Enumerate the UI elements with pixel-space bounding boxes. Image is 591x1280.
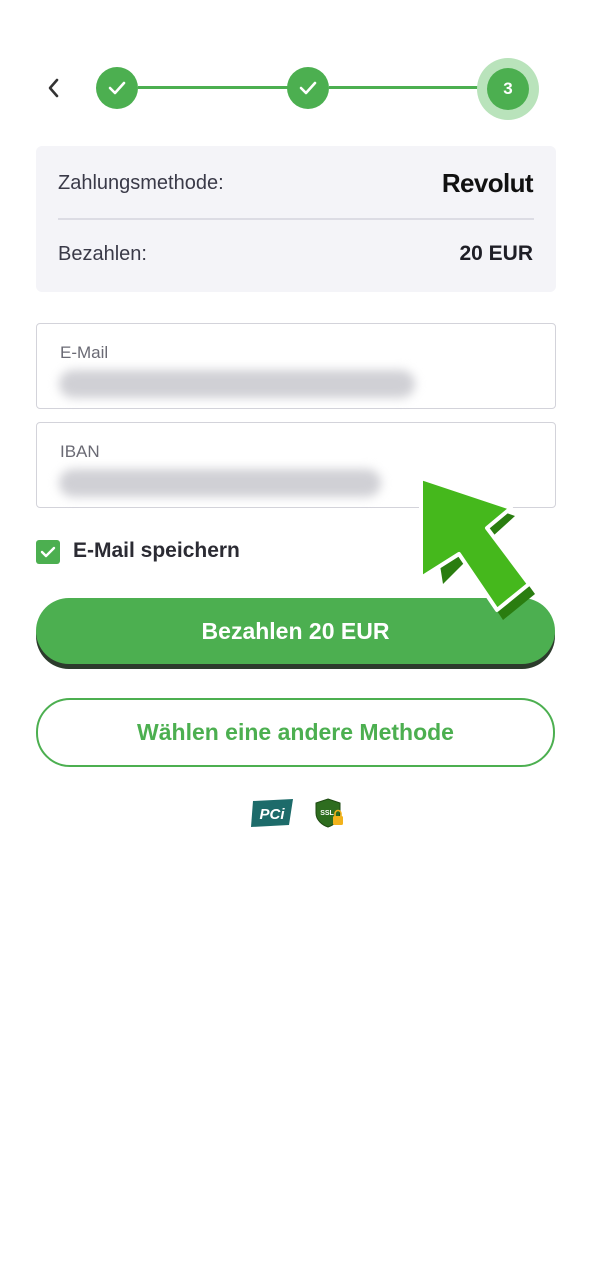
payment-method-label: Zahlungsmethode: [58, 172, 224, 194]
stepper-line-1 [138, 86, 288, 89]
choose-other-method-button[interactable]: Wählen eine andere Methode [36, 698, 555, 767]
step-1 [96, 67, 138, 109]
revolut-logo: Revolut [441, 168, 534, 198]
pci-badge-text: PCi [259, 806, 285, 823]
pay-label: Bezahlen: [58, 243, 147, 265]
step-2 [287, 67, 329, 109]
pci-badge-icon: PCi [251, 799, 293, 827]
iban-value-blurred [59, 469, 381, 497]
chevron-left-icon [48, 78, 59, 98]
save-email-label[interactable]: E-Mail speichern [73, 539, 240, 563]
back-button[interactable] [38, 72, 70, 104]
save-email-checkbox[interactable] [36, 540, 60, 564]
step-3-number: 3 [503, 79, 513, 98]
check-icon [108, 81, 126, 95]
ssl-shield-icon: SSL [315, 798, 343, 828]
email-field-label: E-Mail [60, 343, 109, 362]
email-value-blurred [59, 370, 415, 398]
check-icon [299, 81, 317, 95]
summary-divider [58, 218, 534, 220]
email-field[interactable]: E-Mail [36, 323, 556, 409]
step-3: 3 [487, 68, 529, 110]
ssl-badge-text: SSL [320, 810, 334, 817]
stepper-line-2 [329, 86, 479, 89]
pay-amount: 20 EUR [459, 242, 533, 265]
pointer-arrow-icon [419, 476, 535, 620]
iban-field-label: IBAN [60, 442, 100, 461]
check-icon [40, 546, 56, 558]
